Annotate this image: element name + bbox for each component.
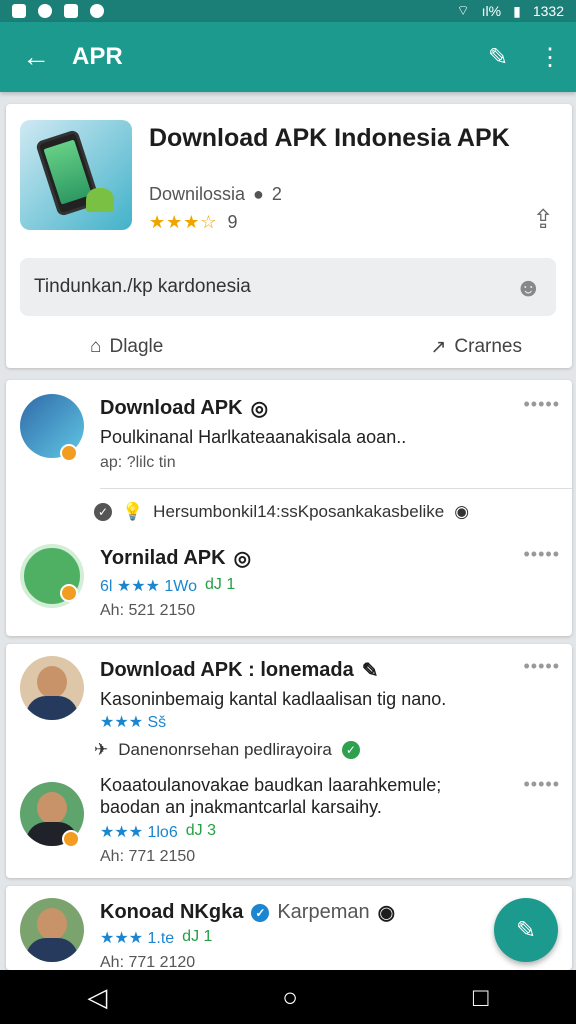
feed-card: Download APK : lonemada ✎ Kasoninbemaig … <box>6 644 572 878</box>
battery-icon: ▮ <box>513 2 521 19</box>
item-rating: 6l ★★★ 1Wo dJ 1 <box>100 576 235 596</box>
count-label: dJ 1 <box>204 576 236 593</box>
share-arrow-icon: ↗ <box>430 336 447 358</box>
item-title: Download APK : lonemada <box>100 659 354 681</box>
item-rating: ★★★ Sš <box>100 714 167 731</box>
notice-row: ✈ Danenonrsehan pedlirayoira ✓ <box>94 740 360 760</box>
feed-card: Konoad NKgka ✓ Karpeman ◉ ★★★ 1.te dJ 1 … <box>6 886 572 970</box>
badge-icon <box>60 444 78 462</box>
item-title-row: Download APK : lonemada ✎ <box>100 658 379 683</box>
rating-row: ★★★☆ 9 <box>149 212 238 233</box>
item-meta: Ah: 521 2150 <box>100 602 196 619</box>
rating-stars: ★★★☆ <box>149 212 218 232</box>
rating-stars: ★★★ 1lo6 <box>100 824 178 841</box>
item-text: Kasoninbemaig kantal kadlaalisan tig nan… <box>100 689 447 709</box>
item-text: baodan an jnakmantcarlal karsaihy. <box>100 797 382 817</box>
item-text: Poulkinanal Harlkateaanakisala aoan.. <box>100 427 407 447</box>
avatar <box>20 898 84 962</box>
item-text: Koaatoulanovakae baudkan laarahkemule; <box>100 775 442 795</box>
search-input[interactable] <box>34 276 515 298</box>
count-label: dJ 1 <box>182 928 213 945</box>
app-title: Download APK Indonesia APK <box>149 124 510 152</box>
app-bar: ← APR ✎ ⋮ <box>0 22 576 92</box>
notification-icon <box>64 4 78 18</box>
check-icon: ✓ <box>94 503 112 521</box>
overflow-icon[interactable]: ••••• <box>523 656 560 677</box>
home-icon: ⌂ <box>90 336 102 357</box>
navigation-bar: ◁ ○ □ <box>0 970 576 1024</box>
badge-icon <box>62 830 80 848</box>
nav-home-icon[interactable]: ○ <box>282 982 298 1013</box>
nav-recents-icon[interactable]: □ <box>473 982 489 1013</box>
rating-stars: 6l ★★★ 1Wo <box>100 578 197 595</box>
rating-stars: ★★★ 1.te <box>100 930 175 947</box>
item-title-row: Download APK ◎ <box>100 396 268 421</box>
action-row: ⌂ Dlagle ↗ Crarnes <box>6 324 572 370</box>
info-icon: ◉ <box>377 902 396 924</box>
action-left-label: Dlagle <box>109 336 164 357</box>
item-title: Konoad NKgka <box>100 901 244 923</box>
item-title: Yornilad APK <box>100 547 226 569</box>
compose-icon: ✎ <box>515 916 537 944</box>
status-bar: ⌔ ıl% ▮ 1332 <box>0 0 576 22</box>
search-bar[interactable]: ☻ <box>20 258 556 316</box>
review-count: 2 <box>271 184 282 204</box>
check-icon: ✓ <box>341 741 360 759</box>
divider <box>100 488 572 489</box>
item-rating: ★★★ 1lo6 dJ 3 <box>100 822 216 842</box>
comment-icon: ● <box>253 184 264 204</box>
info-icon: ◉ <box>454 502 470 521</box>
item-meta: Ah: 771 2150 <box>100 848 196 865</box>
avatar <box>20 656 84 720</box>
notice-row: ✓ 💡 Hersumbonkil14:ssKposankakasbelike ◉ <box>94 502 469 522</box>
feed-card: Download APK ◎ Poulkinanal Harlkateaanak… <box>6 380 572 636</box>
compose-button[interactable]: ✎ <box>494 898 558 962</box>
notice-text: Danenonrsehan pedlirayoira <box>118 740 332 759</box>
page-title: APR <box>72 43 123 70</box>
rating-count: 9 <box>227 212 238 232</box>
item-title: Download APK <box>100 397 243 419</box>
notification-icon <box>90 4 104 18</box>
edit-icon: ✎ <box>361 660 379 682</box>
overflow-icon[interactable]: ••••• <box>523 544 560 565</box>
overflow-icon[interactable]: ••••• <box>523 774 560 795</box>
more-vert-icon[interactable]: ⋮ <box>524 22 576 92</box>
battery-label: ıl% <box>481 3 502 19</box>
item-subtitle: Karpeman <box>277 901 370 923</box>
app-header-card: Download APK Indonesia APK Downilossia ●… <box>6 104 572 368</box>
wifi-icon: ⌔ <box>456 2 470 18</box>
developer-name[interactable]: Downilossia <box>149 184 245 205</box>
action-right-button[interactable]: ↗ Crarnes <box>431 336 523 359</box>
count-label: dJ 3 <box>185 822 216 839</box>
app-icon <box>20 120 132 230</box>
pin-icon: ✈ <box>94 740 109 759</box>
share-icon[interactable]: ⇪ <box>532 204 554 235</box>
item-meta: ap: ?lilc tin <box>100 454 176 471</box>
link-icon: ◎ <box>233 548 252 570</box>
link-icon: ◎ <box>250 398 269 420</box>
action-left-button[interactable]: ⌂ Dlagle <box>90 336 163 358</box>
item-title-row: Konoad NKgka ✓ Karpeman ◉ <box>100 900 395 925</box>
chat-bubble-icon[interactable]: ☻ <box>515 272 542 303</box>
developer-row: Downilossia ● 2 <box>149 184 282 205</box>
notification-icon <box>38 4 52 18</box>
action-right-label: Crarnes <box>454 336 522 357</box>
notification-icon <box>12 4 26 18</box>
verified-icon: ✓ <box>251 903 270 922</box>
item-meta: Ah: 771 2120 <box>100 954 196 970</box>
notice-text: Hersumbonkil14:ssKposankakasbelike <box>153 502 445 521</box>
clock: 1332 <box>532 3 564 19</box>
edit-icon[interactable]: ✎ <box>472 22 524 92</box>
nav-back-icon[interactable]: ◁ <box>87 982 107 1013</box>
back-arrow-icon[interactable]: ← <box>0 22 72 92</box>
item-rating: ★★★ 1.te dJ 1 <box>100 928 212 948</box>
bulb-icon: 💡 <box>122 502 144 521</box>
item-title-row: Yornilad APK ◎ <box>100 546 251 571</box>
overflow-icon[interactable]: ••••• <box>523 394 560 415</box>
badge-icon <box>60 584 78 602</box>
